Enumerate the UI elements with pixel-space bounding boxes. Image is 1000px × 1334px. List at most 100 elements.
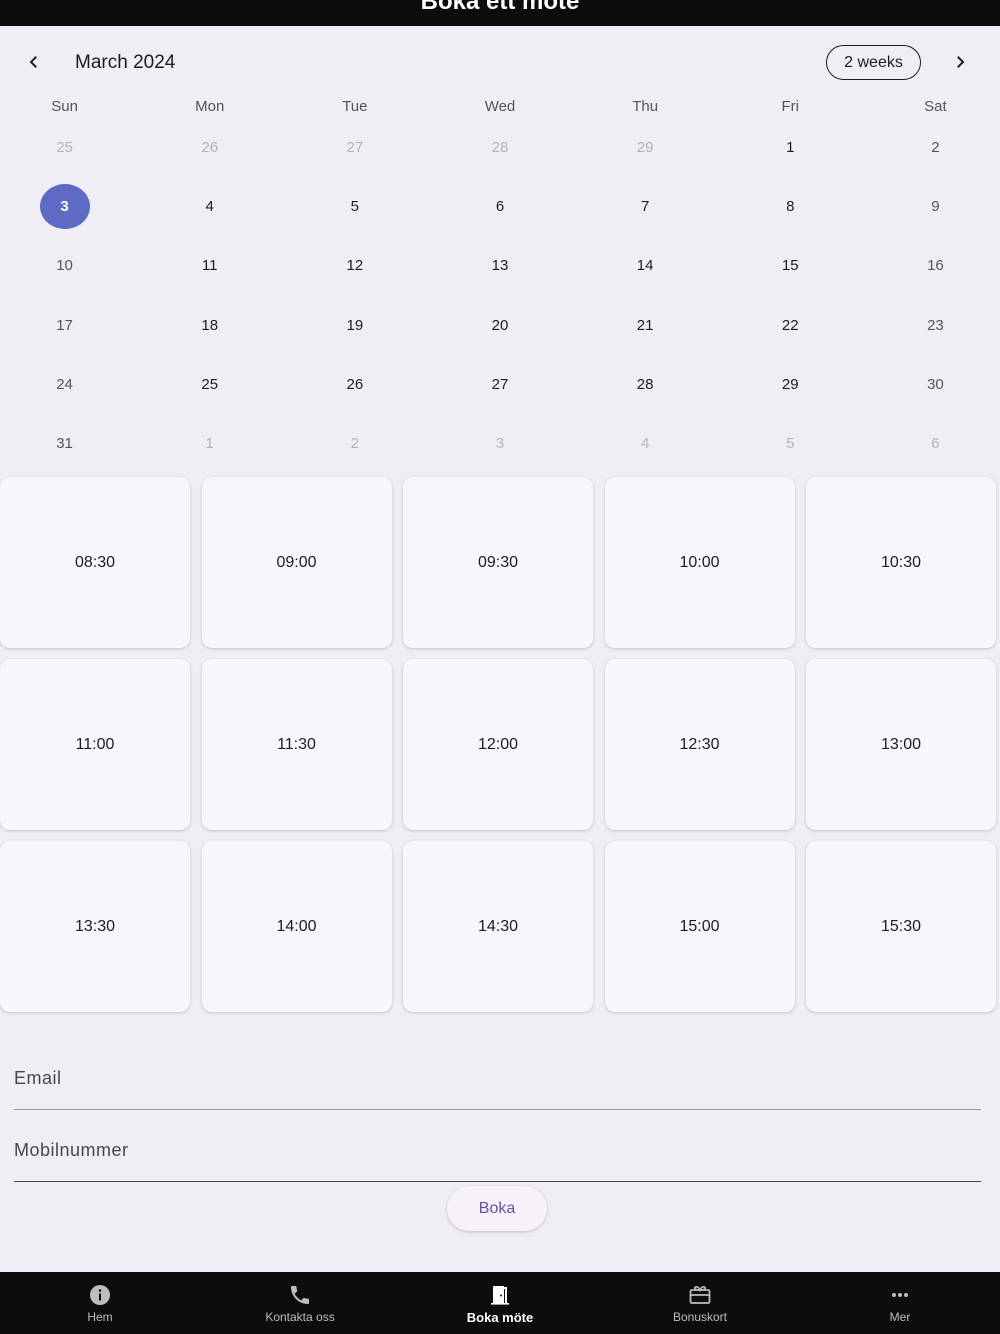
nav-item-kontakta-oss[interactable]: Kontakta oss [200,1272,400,1334]
calendar-day[interactable]: 6 [427,177,572,236]
calendar-day[interactable]: 11 [137,236,282,295]
calendar-day[interactable]: 5 [718,414,863,473]
time-slot-button[interactable]: 09:00 [201,477,392,648]
calendar-day[interactable]: 26 [137,118,282,177]
nav-item-mer[interactable]: Mer [800,1272,1000,1334]
calendar-format-button[interactable]: 2 weeks [826,45,921,80]
calendar-day[interactable]: 17 [0,296,137,355]
time-slot-button[interactable]: 13:00 [806,659,996,830]
calendar-day-number: 27 [346,139,364,157]
calendar-day[interactable]: 19 [282,296,427,355]
door-icon [487,1282,513,1308]
calendar-day[interactable]: 25 [0,118,137,177]
time-slot-button[interactable]: 12:30 [604,659,795,830]
time-slot-button[interactable]: 14:30 [403,841,593,1012]
email-input[interactable] [14,1038,981,1109]
calendar-day-number: 3 [495,435,505,453]
chevron-right-icon [957,56,965,68]
calendar-day-number: 1 [786,139,795,157]
nav-item-label: Mer [889,1310,911,1324]
calendar-day[interactable]: 28 [427,118,572,177]
nav-item-hem[interactable]: Hem [0,1272,200,1334]
calendar-day[interactable]: 4 [573,414,718,473]
calendar-day[interactable]: 27 [427,355,572,414]
calendar-day-number: 2 [931,139,940,157]
calendar-day[interactable]: 29 [573,118,718,177]
calendar-day[interactable]: 24 [0,355,137,414]
calendar-day[interactable]: 9 [863,177,1000,236]
time-slot-button[interactable]: 12:00 [403,659,593,830]
calendar-day[interactable]: 5 [282,177,427,236]
calendar-day[interactable]: 16 [863,236,1000,295]
calendar-day[interactable]: 10 [0,236,137,295]
time-slot-button[interactable]: 11:00 [0,659,190,830]
time-slot-button[interactable]: 13:30 [0,841,190,1012]
calendar-day-number: 12 [346,257,364,275]
info-icon [87,1282,113,1308]
calendar-day[interactable]: 12 [282,236,427,295]
calendar-day[interactable]: 22 [718,296,863,355]
calendar-day-number: 26 [201,139,219,157]
calendar-day[interactable]: 23 [863,296,1000,355]
calendar-day-number: 26 [346,375,364,393]
time-slot-button[interactable]: 09:30 [403,477,593,648]
calendar-day[interactable]: 2 [282,414,427,473]
calendar-day[interactable]: 2 [863,118,1000,177]
phone-icon [287,1282,313,1308]
calendar-day[interactable]: 15 [718,236,863,295]
time-slot-button[interactable]: 15:30 [806,841,996,1012]
calendar-day[interactable]: 1 [718,118,863,177]
book-button[interactable]: Boka [447,1186,547,1231]
calendar-day-number: 8 [786,198,795,216]
calendar-day[interactable]: 31 [0,414,137,473]
phone-field[interactable] [14,1110,981,1182]
calendar-day-number: 10 [56,257,73,275]
calendar-day-number: 21 [636,316,654,334]
calendar-day[interactable]: 4 [137,177,282,236]
calendar-day-number: 5 [350,198,360,216]
calendar-day-selected[interactable]: 3 [0,177,137,236]
calendar-day[interactable]: 20 [427,296,572,355]
calendar-day[interactable]: 30 [863,355,1000,414]
calendar-day-number: 2 [350,435,360,453]
nav-item-bonuskort[interactable]: Bonuskort [600,1272,800,1334]
next-month-button[interactable] [944,46,976,78]
calendar-day-number: 20 [491,316,509,334]
time-slot-grid: 08:30 09:00 09:30 10:00 10:30 11:00 11:30 12:00… [0,477,1000,1012]
time-slot-button[interactable]: 08:30 [0,477,190,648]
previous-month-button[interactable] [18,46,50,78]
card-giftcard-icon [687,1282,713,1308]
phone-input[interactable] [14,1110,981,1181]
calendar-day[interactable]: 18 [137,296,282,355]
calendar-day[interactable]: 8 [718,177,863,236]
calendar-day[interactable]: 13 [427,236,572,295]
calendar-day[interactable]: 7 [573,177,718,236]
calendar-day[interactable]: 14 [573,236,718,295]
calendar-day-number: 27 [491,375,509,393]
time-slot-button[interactable]: 10:30 [806,477,996,648]
calendar-day-number: 1 [205,435,214,453]
calendar-day[interactable]: 25 [137,355,282,414]
calendar-day[interactable]: 1 [137,414,282,473]
nav-item-label: Bonuskort [672,1310,728,1324]
calendar-day-number: 28 [491,139,509,157]
calendar-day[interactable]: 6 [863,414,1000,473]
calendar-day[interactable]: 21 [573,296,718,355]
page-title: Boka ett möte [420,0,580,15]
calendar-day[interactable]: 3 [427,414,572,473]
calendar-day[interactable]: 28 [573,355,718,414]
time-slot-button[interactable]: 10:00 [604,477,795,648]
nav-item-boka-mote[interactable]: Boka möte [400,1272,600,1334]
email-field[interactable] [14,1038,981,1110]
time-slot-button[interactable]: 15:00 [604,841,795,1012]
calendar-day[interactable]: 29 [718,355,863,414]
calendar-day[interactable]: 26 [282,355,427,414]
time-slot-button[interactable]: 11:30 [201,659,392,830]
calendar-day-number: 13 [491,257,509,275]
calendar-day-number: 16 [927,257,944,275]
calendar-day-number: 23 [927,316,944,334]
calendar-day-number: 9 [931,198,940,216]
time-slot-button[interactable]: 14:00 [201,841,392,1012]
calendar-day[interactable]: 27 [282,118,427,177]
calendar-day-number: 25 [201,375,219,393]
